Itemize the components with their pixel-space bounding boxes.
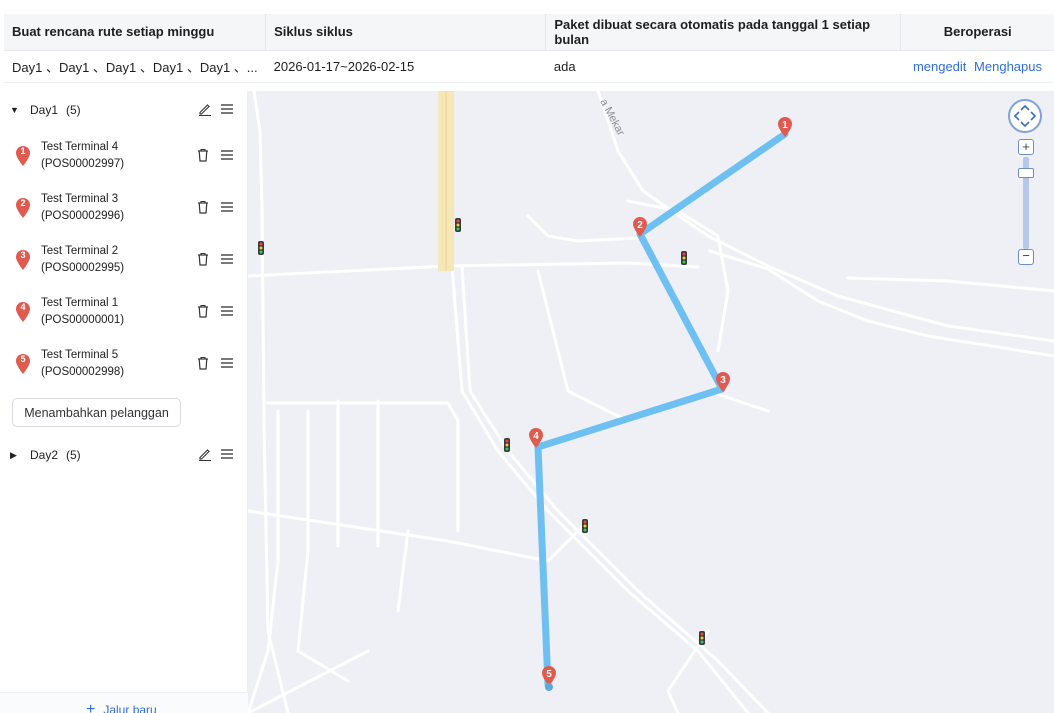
map-pin-icon: 5 — [15, 353, 31, 375]
route-sidebar: ▼ Day1 (5) 1 Test Terminal 4 (POS0000299… — [0, 91, 248, 713]
map-pin-icon: 3 — [15, 249, 31, 271]
trash-icon[interactable] — [196, 251, 210, 267]
list-item[interactable]: 5 Test Terminal 5 (POS00002998) — [0, 346, 248, 386]
drag-handle-icon[interactable] — [220, 355, 234, 371]
stop-name: Test Terminal 2 — [41, 245, 119, 257]
cycle-cell: 2026-01-17~2026-02-15 — [265, 50, 546, 83]
trash-icon[interactable] — [196, 303, 210, 319]
list-item[interactable]: 2 Test Terminal 3 (POS00002996) — [0, 190, 248, 230]
pan-arrows-icon — [1013, 104, 1037, 128]
sidebar-footer: + Jalur baru — [0, 692, 248, 713]
stop-code: (POS00002995) — [41, 262, 125, 274]
operations-cell: mengedit Menghapus — [900, 50, 1054, 83]
stop-name: Test Terminal 5 — [41, 349, 119, 361]
stop-code: (POS00000001) — [41, 314, 125, 326]
list-item[interactable]: 3 Test Terminal 2 (POS00002995) — [0, 242, 248, 282]
day2-header[interactable]: ▶ Day2 (5) — [0, 442, 248, 468]
days-cell: Day1 、Day1 、Day1 、Day1 、Day1 、... — [4, 50, 266, 83]
column-header-operations: Beroperasi — [900, 14, 1054, 51]
table-header-row: Buat rencana rute setiap minggu Siklus s… — [4, 14, 1054, 51]
stop-code: (POS00002997) — [41, 158, 125, 170]
list-item[interactable]: 1 Test Terminal 4 (POS00002997) — [0, 138, 248, 178]
column-header-weekly-plan: Buat rencana rute setiap minggu — [4, 14, 267, 51]
stop-code: (POS00002996) — [41, 210, 125, 222]
day2-label: Day2 — [30, 448, 59, 462]
svg-text:5: 5 — [546, 669, 552, 680]
map-pin-icon: 2 — [15, 197, 31, 219]
traffic-light-icons — [258, 218, 705, 645]
map-pin-icon: 4 — [15, 301, 31, 323]
stop-code: (POS00002998) — [41, 366, 125, 378]
zoom-in-button[interactable]: + — [1018, 139, 1034, 155]
svg-text:1: 1 — [782, 120, 788, 131]
day2-count: (5) — [66, 448, 81, 462]
trash-icon[interactable] — [196, 355, 210, 371]
column-header-auto-created: Paket dibuat secara otomatis pada tangga… — [545, 14, 902, 51]
edit-pencil-icon[interactable] — [198, 101, 212, 117]
trash-icon[interactable] — [196, 199, 210, 215]
new-route-label: Jalur baru — [103, 703, 157, 713]
map-canvas: 1 2 3 4 5 — [248, 91, 1054, 713]
menu-icon[interactable] — [220, 446, 234, 462]
menu-icon[interactable] — [220, 101, 234, 117]
drag-handle-icon[interactable] — [220, 147, 234, 163]
route-end-dot — [545, 683, 553, 691]
stop-name: Test Terminal 1 — [41, 297, 119, 309]
route-plan-screen: Buat rencana rute setiap minggu Siklus s… — [0, 0, 1054, 713]
route-polyline — [534, 130, 789, 689]
trash-icon[interactable] — [196, 147, 210, 163]
new-route-button[interactable]: + Jalur baru — [86, 701, 157, 713]
map-pin-icon: 1 — [15, 145, 31, 167]
auto-created-cell: ada — [545, 50, 901, 83]
list-item[interactable]: 4 Test Terminal 1 (POS00000001) — [0, 294, 248, 334]
road-network — [248, 91, 1054, 713]
table-row: Day1 、Day1 、Day1 、Day1 、Day1 、... 2026-0… — [4, 50, 1054, 83]
edit-pencil-icon[interactable] — [198, 446, 212, 462]
stop-name: Test Terminal 3 — [41, 193, 119, 205]
day1-header[interactable]: ▼ Day1 (5) — [0, 97, 248, 123]
caret-right-icon[interactable]: ▶ — [10, 450, 24, 461]
drag-handle-icon[interactable] — [220, 251, 234, 267]
plus-icon: + — [86, 701, 96, 713]
svg-text:2: 2 — [637, 220, 643, 231]
delete-link[interactable]: Menghapus — [974, 59, 1042, 74]
map-pan-control[interactable] — [1008, 99, 1042, 133]
drag-handle-icon[interactable] — [220, 199, 234, 215]
add-customer-button[interactable]: Menambahkan pelanggan — [12, 398, 181, 427]
zoom-out-button[interactable]: − — [1018, 249, 1034, 265]
column-header-cycle: Siklus siklus — [265, 14, 547, 51]
svg-text:4: 4 — [533, 431, 539, 442]
svg-text:3: 3 — [720, 375, 726, 386]
day1-count: (5) — [66, 103, 81, 117]
stop-name: Test Terminal 4 — [41, 141, 119, 153]
route-map[interactable]: 1 2 3 4 5 a Mekar + − — [248, 91, 1054, 713]
drag-handle-icon[interactable] — [220, 303, 234, 319]
zoom-slider-handle[interactable] — [1018, 168, 1034, 178]
edit-link[interactable]: mengedit — [913, 59, 966, 74]
plan-table: Buat rencana rute setiap minggu Siklus s… — [4, 14, 1054, 83]
day1-label: Day1 — [30, 103, 59, 117]
caret-down-icon[interactable]: ▼ — [10, 105, 24, 115]
